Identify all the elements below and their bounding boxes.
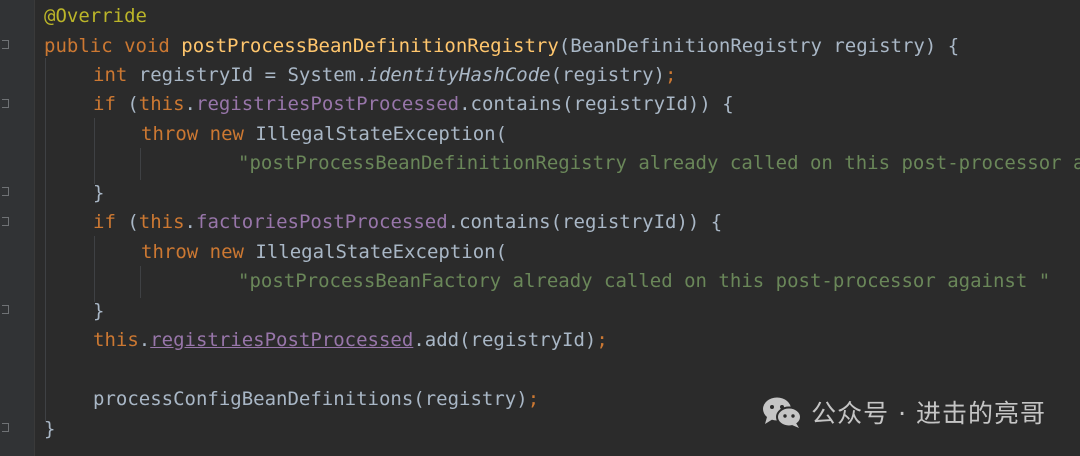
code-token: if [93, 93, 128, 115]
code-token: @Override [44, 5, 147, 27]
code-token: registriesPostProcessed [196, 93, 460, 115]
code-line: } [93, 297, 104, 325]
code-token: this [138, 93, 185, 115]
code-line: int registryId = System.identityHashCode… [93, 61, 676, 89]
code-token: } [93, 182, 105, 204]
code-token: "postProcessBeanDefinitionRegistry alrea… [238, 152, 1080, 174]
code-token: throw new [141, 123, 256, 145]
code-token: this [138, 211, 185, 233]
code-token: postProcessBeanDefinitionRegistry [181, 35, 559, 57]
code-token: } [44, 418, 56, 440]
code-line: processConfigBeanDefinitions(registry); [93, 385, 539, 413]
code-token: } [93, 300, 105, 322]
code-line: if (this.factoriesPostProcessed.contains… [93, 208, 722, 236]
code-token: if [93, 211, 128, 233]
code-token: ( [127, 211, 139, 233]
code-token: .contains(registryId)) { [447, 211, 723, 233]
watermark: 公众号 · 进击的亮哥 [761, 392, 1046, 432]
code-line: if (this.registriesPostProcessed.contain… [93, 90, 734, 118]
code-token: public void [44, 35, 182, 57]
code-token: identityHashCode [367, 64, 551, 86]
code-token: ( [127, 93, 139, 115]
code-token: int [93, 64, 139, 86]
code-token: ; [527, 388, 540, 410]
code-token: registryId = System. [138, 64, 368, 86]
code-token: ; [664, 64, 677, 86]
code-token: .add(registryId) [413, 329, 597, 351]
code-editor[interactable]: @Override public void postProcessBeanDef… [0, 0, 1080, 456]
code-line: throw new IllegalStateException( [141, 238, 507, 266]
code-token: . [138, 329, 151, 351]
code-token: factoriesPostProcessed [196, 211, 448, 233]
code-token: (registry) [550, 64, 665, 86]
code-token: this [93, 329, 139, 351]
code-line: "postProcessBeanDefinitionRegistry alrea… [238, 149, 1080, 177]
code-area[interactable]: @Override public void postProcessBeanDef… [0, 0, 1080, 456]
code-line: } [44, 415, 55, 443]
code-token: .contains(registryId)) { [459, 93, 734, 115]
wechat-icon [761, 395, 803, 429]
code-token: throw new [141, 241, 256, 263]
code-token: registriesPostProcessed [150, 329, 414, 351]
code-line: } [93, 179, 104, 207]
code-line: public void postProcessBeanDefinitionReg… [44, 32, 959, 60]
code-token: . [184, 211, 196, 233]
code-token: "postProcessBeanFactory already called o… [238, 270, 1062, 292]
code-token: IllegalStateException( [255, 241, 508, 263]
watermark-label: 公众号 · 进击的亮哥 [811, 399, 1046, 428]
code-token: . [184, 93, 196, 115]
code-token: ; [596, 329, 608, 351]
code-line: "postProcessBeanFactory already called o… [238, 267, 1062, 295]
code-token: processConfigBeanDefinitions(registry) [93, 388, 528, 410]
code-token: IllegalStateException( [255, 123, 508, 145]
code-line: this.registriesPostProcessed.add(registr… [93, 326, 608, 354]
code-line: throw new IllegalStateException( [141, 120, 507, 148]
code-token: (BeanDefinitionRegistry registry) { [558, 35, 960, 57]
code-line: @Override [44, 2, 147, 30]
